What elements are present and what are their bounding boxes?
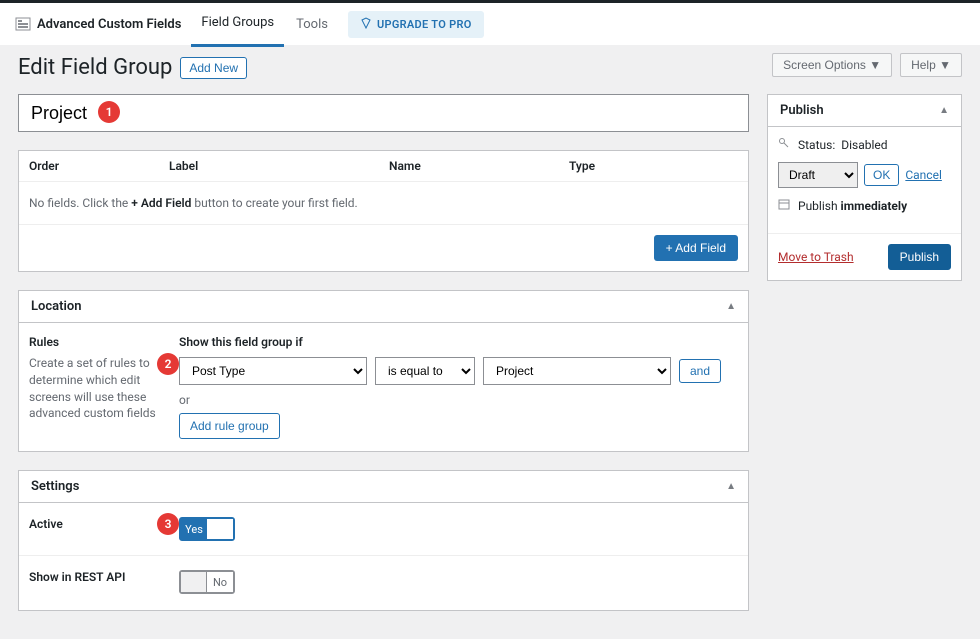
publish-title: Publish — [780, 103, 824, 118]
top-nav: Advanced Custom Fields Field Groups Tool… — [0, 0, 980, 45]
location-box: Location ▲ Rules Create a set of rules t… — [18, 290, 749, 452]
rules-heading: Rules — [29, 335, 159, 349]
add-new-button[interactable]: Add New — [180, 57, 247, 79]
col-header-label: Label — [169, 159, 389, 173]
location-title: Location — [31, 299, 82, 314]
annotation-2: 2 — [157, 353, 179, 375]
brand: Advanced Custom Fields — [15, 16, 181, 32]
settings-box: Settings ▲ Active 3 Yes Show in REST API — [18, 470, 749, 611]
upgrade-button[interactable]: UPGRADE TO PRO — [348, 11, 484, 38]
upgrade-label: UPGRADE TO PRO — [377, 18, 472, 31]
calendar-icon — [778, 198, 792, 213]
cancel-link[interactable]: Cancel — [905, 168, 942, 182]
acf-logo-icon — [15, 16, 31, 32]
publish-date-label: Publish immediately — [798, 199, 907, 213]
rules-description: Create a set of rules to determine which… — [29, 355, 159, 422]
top-actions: Screen Options ▼ Help ▼ — [772, 53, 962, 77]
status-label: Status: — [798, 138, 835, 152]
help-button[interactable]: Help ▼ — [900, 53, 962, 77]
add-field-button[interactable]: + Add Field — [654, 235, 738, 261]
ok-button[interactable]: OK — [864, 164, 899, 186]
col-header-type: Type — [569, 159, 738, 173]
rule-operator-select[interactable]: is equal to — [375, 357, 475, 385]
settings-toggle-icon[interactable]: ▲ — [726, 481, 736, 492]
active-label: Active — [19, 503, 169, 555]
move-to-trash-link[interactable]: Move to Trash — [778, 250, 854, 264]
nav-field-groups[interactable]: Field Groups — [191, 2, 284, 47]
col-header-name: Name — [389, 159, 569, 173]
add-rule-group-button[interactable]: Add rule group — [179, 413, 280, 439]
location-toggle-icon[interactable]: ▲ — [726, 301, 736, 312]
publish-box: Publish ▲ Status: Disabled Draft OK Ca — [767, 94, 962, 281]
brand-text: Advanced Custom Fields — [37, 17, 181, 32]
fields-box: Order Label Name Type No fields. Click t… — [18, 150, 749, 272]
status-select[interactable]: Draft — [778, 162, 858, 188]
active-toggle-label: Yes — [181, 519, 207, 539]
group-title-input[interactable] — [18, 94, 749, 132]
rule-value-select[interactable]: Project — [483, 357, 671, 385]
status-value: Disabled — [841, 138, 887, 152]
no-fields-message: No fields. Click the + Add Field button … — [19, 182, 748, 225]
key-icon — [778, 137, 792, 152]
or-label: or — [179, 393, 738, 407]
nav-tools[interactable]: Tools — [286, 2, 338, 47]
toggle-handle — [181, 572, 207, 592]
annotation-1: 1 — [98, 101, 120, 123]
screen-options-button[interactable]: Screen Options ▼ — [772, 53, 892, 77]
rest-api-label: Show in REST API — [19, 556, 169, 610]
rest-api-toggle[interactable]: No — [179, 570, 235, 594]
settings-title: Settings — [31, 479, 79, 494]
annotation-3: 3 — [157, 513, 179, 535]
page-title: Edit Field Group — [18, 55, 172, 80]
publish-button[interactable]: Publish — [888, 244, 951, 270]
rest-toggle-label: No — [207, 572, 233, 592]
rule-param-select[interactable]: Post Type — [179, 357, 367, 385]
publish-toggle-icon[interactable]: ▲ — [939, 105, 949, 116]
and-button[interactable]: and — [679, 359, 721, 383]
diamond-icon — [360, 17, 372, 32]
toggle-handle — [207, 519, 233, 539]
col-header-order: Order — [29, 159, 169, 173]
show-if-label: Show this field group if — [179, 335, 738, 349]
